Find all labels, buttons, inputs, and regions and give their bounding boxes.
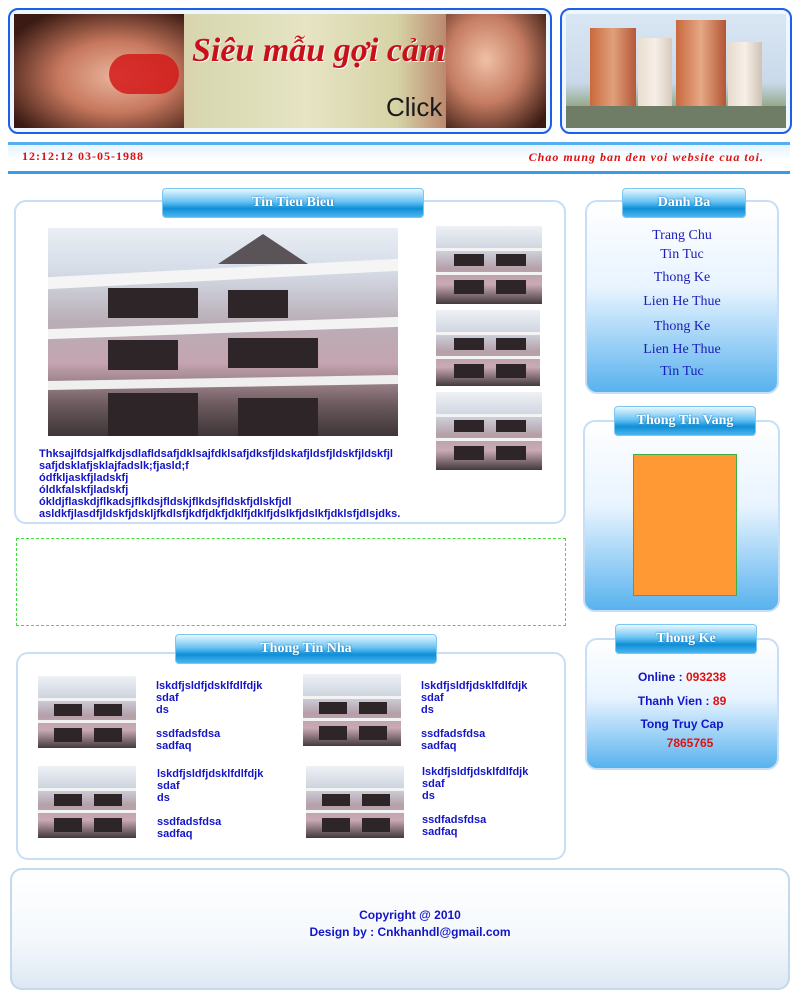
house-desc-line: lskdfjsldfjdsklfdlfdjk — [157, 768, 264, 780]
featured-text: Thksajlfdsjalfkdjsdlafldsafjdklsajfdklsa… — [39, 448, 439, 520]
welcome-marquee: Chao mung ban den voi website cua toi. — [528, 150, 764, 164]
header-building-image — [560, 8, 792, 134]
house-desc-2[interactable]: lskdfjsldfjdsklfdlfdjk sdaf ds ssdfadsfd… — [421, 680, 527, 752]
featured-line: ódfkljaskfjladskfj — [39, 472, 129, 484]
ticker-bar: 12:12:12 03-05-1988 Chao mung ban den vo… — [8, 142, 790, 174]
banner-title: Siêu mẫu gợi cảm — [192, 32, 446, 69]
banner-model-right — [446, 14, 546, 128]
online-value: 093238 — [685, 670, 727, 684]
house-desc-line: ssdfadsfdsa — [422, 814, 487, 826]
banner-bikini — [109, 54, 179, 94]
designer-credit[interactable]: Design by : Cnkhanhdl@gmail.com — [12, 925, 800, 939]
house-info-title: Thong Tin Nha — [175, 634, 437, 664]
featured-line: asldkfjlasdfjldskfjdskljfkdlsfjkdfjdkfjd… — [39, 508, 401, 520]
featured-title: Tin Tieu Bieu — [162, 188, 424, 218]
copyright: Copyright @ 2010 — [359, 908, 461, 922]
banner-ad[interactable]: Siêu mẫu gợi cảm Click — [14, 14, 546, 128]
house-thumb-3[interactable] — [38, 766, 136, 838]
house-desc-line: ds — [422, 790, 435, 802]
house-desc-line: sdaf — [156, 692, 179, 704]
house-desc-line: sdaf — [422, 778, 445, 790]
house-desc-line: sdaf — [421, 692, 444, 704]
house-desc-line: sadfaq — [156, 740, 192, 752]
featured-thumb-2[interactable] — [436, 310, 540, 386]
nav-link-lien-he-thue-2[interactable]: Lien He Thue — [587, 342, 777, 358]
house-desc-line: lskdfjsldfjdsklfdlfdjk — [422, 766, 529, 778]
online-label: Online : — [637, 670, 683, 684]
house-thumb-2[interactable] — [303, 674, 401, 746]
house-desc-line: lskdfjsldfjdsklfdlfdjk — [156, 680, 263, 692]
nav-link-lien-he-thue[interactable]: Lien He Thue — [587, 294, 777, 310]
stats-members: Thanh Vien : 89 — [587, 694, 777, 708]
total-value: 7865765 — [666, 736, 714, 750]
yellow-ad-box[interactable] — [633, 454, 737, 596]
footer: Copyright @ 2010 Design by : Cnkhanhdl@g… — [10, 868, 790, 990]
yellow-pages-title: Thong Tin Vang — [614, 406, 756, 436]
featured-main-image[interactable] — [48, 228, 398, 436]
members-value: 89 — [712, 694, 727, 708]
house-desc-line: sdaf — [157, 780, 180, 792]
featured-line: óldkfalskfjladskfj — [39, 484, 129, 496]
house-desc-1[interactable]: lskdfjsldfjdsklfdlfdjk sdaf ds ssdfadsfd… — [156, 680, 262, 752]
house-desc-line: sadfaq — [421, 740, 457, 752]
featured-panel: Thksajlfdsjalfkdjsdlafldsafjdklsajfdklsa… — [14, 200, 566, 524]
house-desc-line: ssdfadsfdsa — [421, 728, 486, 740]
house-desc-3[interactable]: lskdfjsldfjdsklfdlfdjk sdaf ds ssdfadsfd… — [157, 768, 263, 840]
stats-online: Online : 093238 — [587, 670, 777, 684]
stats-panel: Online : 093238 Thanh Vien : 89 Tong Tru… — [585, 638, 779, 770]
house-desc-line: sadfaq — [422, 826, 458, 838]
featured-line: Thksajlfdsjalfkdjsdlafldsafjdklsajfdklsa… — [39, 448, 393, 460]
total-label: Tong Truy Cap — [640, 717, 724, 731]
house-desc-line: ds — [421, 704, 434, 716]
featured-thumb-1[interactable] — [436, 226, 542, 304]
yellow-pages-panel — [583, 420, 780, 612]
clock: 12:12:12 03-05-1988 — [22, 149, 144, 163]
nav-link-tin-tuc-2[interactable]: Tin Tuc — [587, 364, 777, 380]
featured-thumb-3[interactable] — [436, 392, 542, 470]
house-desc-line: ds — [156, 704, 169, 716]
house-desc-line: ssdfadsfdsa — [156, 728, 221, 740]
house-desc-line: sadfaq — [157, 828, 193, 840]
directory-title: Danh Ba — [622, 188, 746, 218]
banner-click: Click — [386, 92, 443, 122]
stats-title: Thong Ke — [615, 624, 757, 654]
house-thumb-4[interactable] — [306, 766, 404, 838]
featured-line: safjdsklafjsklajfadslk;fjasld;f — [39, 460, 189, 472]
nav-link-trang-chu[interactable]: Trang Chu — [587, 228, 777, 244]
building-photo — [566, 14, 786, 128]
header-banner: Siêu mẫu gợi cảm Click — [8, 8, 552, 134]
members-label: Thanh Vien : — [637, 694, 710, 708]
nav-link-tin-tuc[interactable]: Tin Tuc — [587, 247, 777, 263]
directory-panel: Trang Chu Tin Tuc Thong Ke Lien He Thue … — [585, 200, 779, 394]
house-desc-line: ds — [157, 792, 170, 804]
house-desc-line: lskdfjsldfjdsklfdlfdjk — [421, 680, 528, 692]
featured-line: ókldjflaskdjflkadsjflkdsjfldskjflkdsjfld… — [39, 496, 292, 508]
nav-link-thong-ke[interactable]: Thong Ke — [587, 270, 777, 286]
house-desc-line: ssdfadsfdsa — [157, 816, 222, 828]
ad-placeholder — [16, 538, 566, 626]
nav-link-thong-ke-2[interactable]: Thong Ke — [587, 319, 777, 335]
house-thumb-1[interactable] — [38, 676, 136, 748]
house-desc-4[interactable]: lskdfjsldfjdsklfdlfdjk sdaf ds ssdfadsfd… — [422, 766, 528, 838]
